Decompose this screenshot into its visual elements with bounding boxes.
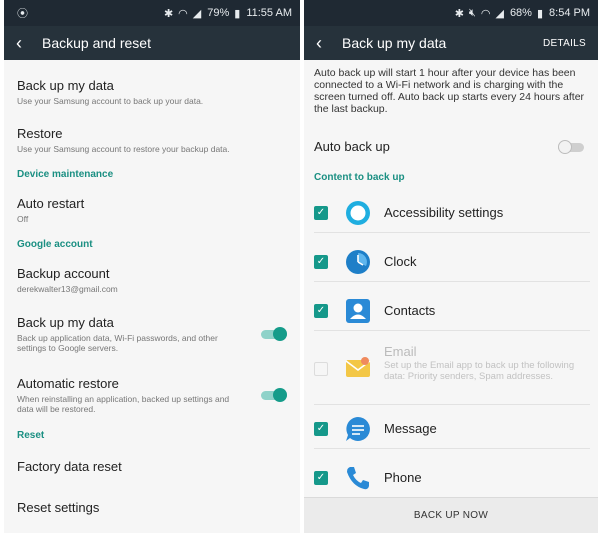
wifi-icon: ◠ — [480, 7, 491, 20]
checkbox-accessibility[interactable]: ✓ — [314, 206, 328, 220]
email-icon — [345, 357, 371, 377]
signal-icon: ◢ — [192, 7, 202, 20]
details-button[interactable]: DETAILS — [543, 38, 586, 49]
signal-icon: ◢ — [495, 7, 504, 20]
app-row-email: Email Set up the Email app to back up th… — [314, 340, 590, 405]
page-title: Back up my data — [342, 35, 447, 51]
status-bar: ✱ 🔇︎ ◠ ◢ 68% ▮ 8:54 PM — [304, 0, 598, 26]
google-backup-toggle[interactable] — [261, 327, 287, 341]
auto-restart-item[interactable]: Auto restart Off — [17, 196, 84, 224]
status-time: 11:55 AM — [246, 7, 292, 19]
wifi-icon: ◠ — [178, 7, 188, 20]
backup-content: Auto back up will start 1 hour after you… — [304, 60, 598, 533]
auto-backup-item[interactable]: Auto back up — [314, 139, 390, 154]
app-label: Email — [384, 344, 417, 359]
checkbox-contacts[interactable]: ✓ — [314, 304, 328, 318]
restore-item[interactable]: Restore Use your Samsung account to rest… — [17, 126, 230, 154]
mute-icon: 🔇︎ — [468, 6, 476, 19]
checkbox-clock[interactable]: ✓ — [314, 255, 328, 269]
bluetooth-icon: ✱ — [454, 7, 464, 20]
back-up-now-button[interactable]: BACK UP NOW — [304, 497, 598, 533]
page-title: Backup and reset — [42, 35, 151, 51]
auto-backup-toggle[interactable] — [558, 140, 584, 154]
battery-percent: 79% — [207, 7, 230, 19]
back-arrow-icon[interactable]: ‹ — [16, 33, 38, 54]
app-label: Message — [384, 421, 437, 436]
phone-icon — [347, 467, 369, 490]
battery-icon: ▮ — [234, 7, 241, 20]
app-row-phone[interactable]: ✓ Phone — [314, 458, 590, 498]
bluetooth-icon: ✱ — [163, 7, 174, 20]
section-content-to-back-up: Content to back up — [314, 172, 405, 183]
backup-my-data-item[interactable]: Back up my data Use your Samsung account… — [17, 78, 203, 106]
app-label: Clock — [384, 254, 417, 269]
checkbox-phone[interactable]: ✓ — [314, 471, 328, 485]
backup-description: Auto back up will start 1 hour after you… — [314, 67, 585, 115]
checkbox-email — [314, 362, 328, 376]
app-bar: ‹ Back up my data DETAILS — [304, 26, 598, 60]
message-icon — [346, 417, 370, 441]
factory-reset-item[interactable]: Factory data reset — [17, 459, 122, 474]
app-label: Accessibility settings — [384, 205, 504, 220]
status-bar: ⦿ ✱ ◠ ◢ 79% ▮ 11:55 AM — [4, 0, 300, 26]
app-label: Phone — [384, 470, 422, 485]
app-bar: ‹ Backup and reset — [4, 26, 300, 60]
app-row-message[interactable]: ✓ Message — [314, 409, 590, 449]
app-row-accessibility[interactable]: ✓ Accessibility settings — [314, 193, 590, 233]
back-arrow-icon[interactable]: ‹ — [316, 33, 338, 54]
section-device-maintenance: Device maintenance — [17, 169, 114, 180]
backup-account-item[interactable]: Backup account derekwalter13@gmail.com — [17, 266, 118, 294]
settings-list: Back up my data Use your Samsung account… — [4, 60, 300, 533]
section-google-account: Google account — [17, 239, 93, 250]
status-time: 8:54 PM — [549, 7, 590, 19]
checkbox-message[interactable]: ✓ — [314, 422, 328, 436]
location-icon: ⦿ — [17, 8, 28, 20]
app-label: Contacts — [384, 303, 436, 318]
auto-restore-toggle[interactable] — [261, 388, 287, 402]
reset-settings-item[interactable]: Reset settings — [17, 500, 99, 515]
right-screen: ✱ 🔇︎ ◠ ◢ 68% ▮ 8:54 PM ‹ Back up my data… — [304, 0, 598, 533]
app-row-contacts[interactable]: ✓ Contacts — [314, 291, 590, 331]
contacts-icon — [346, 299, 370, 323]
email-note: Set up the Email app to back up the foll… — [384, 360, 575, 382]
section-reset: Reset — [17, 430, 45, 441]
accessibility-icon — [346, 201, 370, 225]
battery-percent: 68% — [509, 7, 532, 19]
left-screen: ⦿ ✱ ◠ ◢ 79% ▮ 11:55 AM ‹ Backup and rese… — [4, 0, 300, 533]
app-row-clock[interactable]: ✓ Clock — [314, 242, 590, 282]
battery-icon: ▮ — [536, 7, 544, 20]
auto-restore-item[interactable]: Automatic restore When reinstalling an a… — [17, 376, 247, 414]
clock-icon — [346, 250, 370, 274]
google-backup-item[interactable]: Back up my data Back up application data… — [17, 315, 247, 353]
